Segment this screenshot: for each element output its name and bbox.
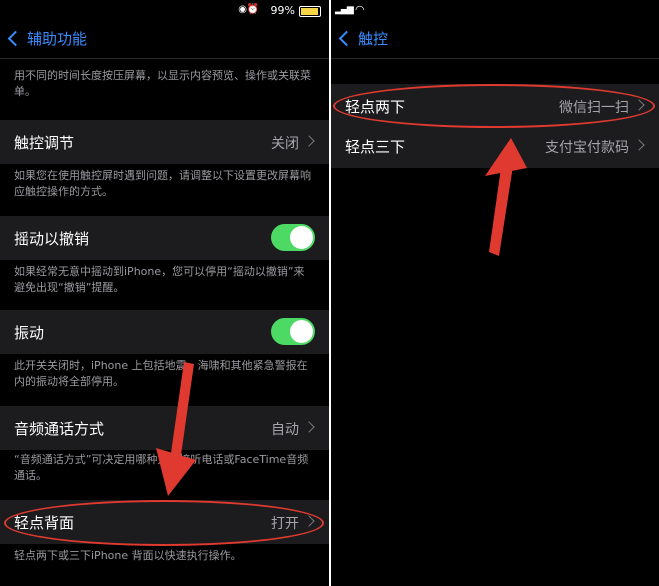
row-label: 音频通话方式 [14,420,105,438]
back-button[interactable]: 触控 [337,28,388,49]
touch-adjust-row[interactable]: 触控调节 关闭 [0,120,329,164]
right-screenshot: ▂▄▆ ◠ 触控 轻点两下 微信扫一扫 轻点三下 支付宝付款码 [331,0,659,586]
row-value: 自动 [271,422,299,438]
vibration-toggle[interactable] [271,318,315,345]
vibration-row: 振动 [0,310,329,354]
toggle-knob [290,226,313,249]
back-tap-footer: 轻点两下或三下iPhone 背面以快速执行操作。 [14,549,242,562]
intro-text: 用不同的时间长度按压屏幕，以显示内容预览、操作或关联菜单。 [14,69,311,98]
chevron-left-icon [338,30,355,47]
row-value: 关闭 [271,136,299,152]
wifi-icon: ◠ [355,3,365,16]
row-label: 轻点三下 [345,138,406,156]
row-label: 触控调节 [14,134,75,152]
nav-bar: 辅助功能 [0,22,329,58]
annotation-arrow-up-icon [485,138,527,256]
shake-undo-row: 摇动以撤销 [0,216,329,260]
back-button[interactable]: 辅助功能 [6,28,87,49]
battery-icon [299,6,321,17]
annotation-ellipse [333,84,655,128]
back-label: 辅助功能 [27,30,88,48]
annotation-ellipse [4,500,324,546]
shake-undo-footer: 如果经常无意中摇动到iPhone，您可以停用“摇动以撤销”来避免出现“撤销”提醒… [14,265,305,294]
chevron-right-icon [303,421,315,433]
row-value: 支付宝付款码 [545,140,629,156]
chevron-right-icon [303,135,315,147]
shake-undo-toggle[interactable] [271,224,315,251]
row-label: 振动 [14,324,45,342]
chevron-right-icon [633,139,645,151]
row-label: 摇动以撤销 [14,230,90,248]
toggle-knob [290,320,313,343]
annotation-arrow-down-icon [156,362,196,496]
chevron-left-icon [7,30,24,47]
battery-percent: 99% [270,4,295,17]
back-label: 触控 [358,30,389,48]
nav-bar: 触控 [331,22,659,58]
status-bar: ▂▄▆ ◠ [331,0,659,22]
alarm-icon: ⏰ [246,4,259,15]
signal-icon: ▂▄▆ [335,5,354,15]
status-bar: ◉ ⏰ 99% [0,0,329,22]
left-screenshot: ◉ ⏰ 99% 辅助功能 用不同的时间长度按压屏幕，以显示内容预览、操作或关联菜… [0,0,329,586]
touch-adjust-footer: 如果您在使用触控屏时遇到问题，请调整以下设置更改屏幕响应触控操作的方式。 [14,169,311,198]
